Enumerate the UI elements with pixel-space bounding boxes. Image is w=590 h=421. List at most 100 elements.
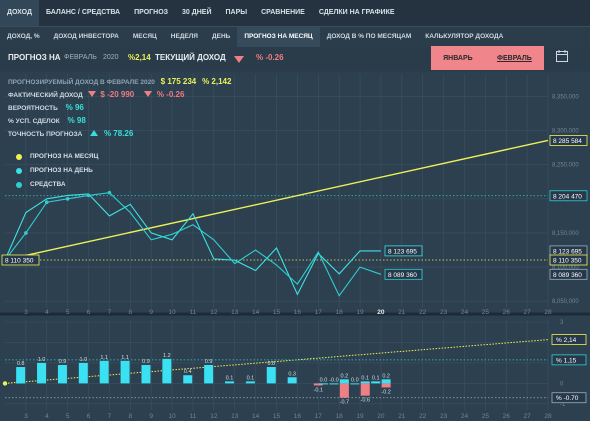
bar-extra-label: 0.2 bbox=[341, 373, 349, 379]
stats-forecast-pct: % 2,142 bbox=[202, 77, 232, 86]
bar-extra bbox=[339, 379, 349, 384]
bar-first-label: 0.8 bbox=[17, 361, 25, 367]
subtab-day[interactable]: ДЕНЬ bbox=[205, 27, 237, 47]
y-tick-label: 8,300,000 bbox=[552, 129, 579, 135]
tab-pairs[interactable]: ПАРЫ bbox=[219, 0, 255, 26]
stats-actual-value: $ -20 990 bbox=[100, 90, 135, 99]
subtab-investor-income[interactable]: ДОХОД ИНВЕСТОРА bbox=[47, 27, 126, 47]
stats-accuracy-value: % 78.26 bbox=[103, 129, 134, 138]
series-point bbox=[24, 231, 28, 235]
bar-x-tick: 22 bbox=[419, 413, 427, 420]
series-point bbox=[86, 193, 91, 198]
bar-x-tick: 19 bbox=[356, 413, 364, 420]
x-tick-label: 26 bbox=[503, 309, 511, 316]
x-tick-label: 15 bbox=[273, 309, 281, 316]
bar-extra-label: 0.2 bbox=[382, 373, 390, 379]
calendar-icon[interactable] bbox=[556, 50, 568, 62]
bar-extra bbox=[339, 383, 349, 398]
stats-forecast-label: ПРОГНОЗИРУЕМЫЙ ДОХОД В ФЕВРАЛЕ 2020 bbox=[8, 79, 155, 86]
subtab-month[interactable]: МЕСЯЦ bbox=[126, 27, 164, 47]
bar-x-tick: 4 bbox=[45, 413, 49, 420]
x-tick-label: 25 bbox=[482, 309, 490, 316]
prev-month-button[interactable]: ЯНВАРЬ bbox=[443, 55, 473, 62]
month-switcher: ЯНВАРЬ ФЕВРАЛЬ bbox=[431, 46, 544, 70]
tab-balance[interactable]: БАЛАНС / СРЕДСТВА bbox=[39, 0, 127, 26]
x-tick-label: 28 bbox=[544, 309, 552, 316]
x-tick-label: 10 bbox=[168, 309, 176, 316]
down-arrow-icon bbox=[144, 91, 153, 97]
bar bbox=[204, 364, 214, 384]
bar-label: 0.1 bbox=[372, 375, 380, 381]
label-start: 8 110 350 bbox=[553, 257, 582, 264]
legend-funds[interactable]: СРЕДСТВА bbox=[16, 178, 98, 192]
x-tick-label: 8 bbox=[128, 309, 132, 316]
bar-x-tick: 23 bbox=[440, 413, 448, 420]
x-tick-label: 24 bbox=[461, 309, 469, 316]
bar-x-tick: 21 bbox=[398, 413, 406, 420]
legend-month-forecast[interactable]: ПРОГНОЗ НА МЕСЯЦ bbox=[16, 150, 98, 164]
current-income-label: ТЕКУЩИЙ ДОХОД bbox=[155, 53, 226, 62]
bar bbox=[183, 375, 193, 384]
bar bbox=[141, 364, 151, 384]
subtab-income-pct[interactable]: ДОХОД, % bbox=[0, 27, 47, 47]
bar-badge-target: % 2,14 bbox=[556, 337, 577, 344]
x-tick-label: 21 bbox=[398, 309, 406, 316]
bar-label: 0.1 bbox=[226, 375, 234, 381]
bar bbox=[99, 360, 109, 384]
bar-x-tick: 6 bbox=[87, 413, 91, 420]
bar-label: 0.0 bbox=[351, 377, 359, 383]
bar-label: 0.9 bbox=[142, 359, 150, 365]
bar-x-tick: 10 bbox=[168, 413, 176, 420]
bar-x-tick: 5 bbox=[66, 413, 70, 420]
subtab-month-forecast[interactable]: ПРОГНОЗ НА МЕСЯЦ bbox=[237, 27, 320, 47]
tab-forecast[interactable]: ПРОГНОЗ bbox=[127, 0, 175, 26]
forecast-month: ФЕВРАЛЬ bbox=[64, 54, 97, 61]
next-month-button[interactable]: ФЕВРАЛЬ bbox=[497, 55, 532, 62]
bar-extra-label: 0.1 bbox=[361, 375, 369, 381]
bar-first bbox=[16, 367, 26, 384]
bar-x-tick: 16 bbox=[294, 413, 302, 420]
bar bbox=[225, 381, 235, 384]
tab-compare[interactable]: СРАВНЕНИЕ bbox=[254, 0, 312, 26]
stats-accuracy-row: ТОЧНОСТЬ ПРОГНОЗА % 78.26 bbox=[8, 128, 231, 141]
bar bbox=[350, 383, 360, 385]
bar-extra-label: 0.0 bbox=[320, 377, 328, 383]
legend-daily-forecast[interactable]: ПРОГНОЗ НА ДЕНЬ bbox=[16, 164, 98, 178]
label-funds-mid: 8 089 360 bbox=[388, 272, 417, 279]
x-tick-label: 23 bbox=[440, 309, 448, 316]
bar-extra bbox=[318, 383, 328, 385]
stats-probability-value: % 96 bbox=[65, 103, 84, 112]
bar-x-tick: 12 bbox=[210, 413, 218, 420]
legend-dot-icon bbox=[16, 154, 22, 160]
stats-success-value: % 98 bbox=[67, 116, 86, 125]
series-point bbox=[44, 200, 49, 205]
bar bbox=[57, 364, 67, 384]
bar-x-tick: 7 bbox=[108, 413, 112, 420]
label-funds-end: 8 089 360 bbox=[553, 272, 582, 279]
x-tick-label: 19 bbox=[356, 309, 364, 316]
stats-accuracy-label: ТОЧНОСТЬ ПРОГНОЗА bbox=[8, 131, 83, 138]
tab-income[interactable]: ДОХОД bbox=[0, 0, 39, 26]
bar-x-tick: 18 bbox=[336, 413, 344, 420]
subtab-calculator[interactable]: КАЛЬКУЛЯТОР ДОХОДА bbox=[418, 27, 510, 47]
bar-extra bbox=[381, 379, 391, 384]
bar-forecast-start bbox=[2, 381, 8, 386]
y-tick-label: 8,250,000 bbox=[552, 163, 579, 169]
bar-extra bbox=[360, 383, 370, 396]
x-tick-label: 16 bbox=[294, 309, 302, 316]
tab-30-days[interactable]: 30 ДНЕЙ bbox=[175, 0, 218, 26]
label-daily-end: 8 123 695 bbox=[553, 248, 582, 255]
bar-x-tick: 15 bbox=[273, 413, 281, 420]
subtab-week[interactable]: НЕДЕЛЯ bbox=[164, 27, 205, 47]
bar-extra-label: -0.2 bbox=[381, 389, 390, 395]
subtab-pct-by-month[interactable]: ДОХОД В % ПО МЕСЯЦАМ bbox=[320, 27, 419, 47]
x-tick-label: 7 bbox=[108, 309, 112, 316]
x-tick-label: 14 bbox=[252, 309, 260, 316]
bar-extra-label: -0.7 bbox=[340, 400, 349, 406]
x-tick-label: 17 bbox=[315, 309, 323, 316]
forecast-year: 2020 bbox=[103, 54, 119, 61]
x-tick-label: 4 bbox=[45, 309, 49, 316]
bar-label: 1.0 bbox=[79, 357, 87, 363]
tab-trades-on-chart[interactable]: СДЕЛКИ НА ГРАФИКЕ bbox=[312, 0, 402, 26]
stats-success-row: % УСП. СДЕЛОК % 98 bbox=[8, 115, 231, 128]
